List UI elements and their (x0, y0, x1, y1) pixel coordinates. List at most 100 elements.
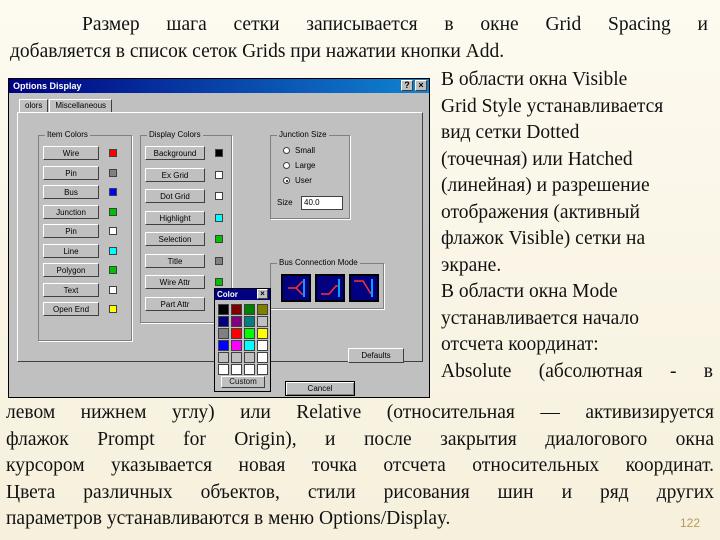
item-color-button[interactable]: Polygon (43, 263, 99, 277)
item-color-button[interactable]: Wire (43, 146, 99, 160)
right-text-line: (линейная) и разрешение (441, 175, 650, 196)
display-color-swatch[interactable] (215, 149, 223, 157)
color-cell[interactable] (244, 340, 255, 351)
item-color-swatch[interactable] (109, 227, 117, 235)
color-cell[interactable] (231, 316, 242, 327)
item-color-button[interactable]: Junction (43, 204, 99, 219)
right-text-line: экране. (441, 254, 502, 276)
color-cell[interactable] (231, 304, 242, 315)
item-color-swatch[interactable] (109, 168, 117, 177)
defaults-button[interactable]: Defaults (348, 348, 404, 363)
item-color-button[interactable]: Open End (43, 302, 99, 316)
color-cell[interactable] (244, 304, 255, 315)
color-cell[interactable] (218, 340, 229, 351)
display-color-swatch[interactable] (215, 278, 223, 286)
display-color-swatch[interactable] (215, 213, 223, 222)
dialog-titlebar: Options Display ? × (9, 79, 429, 93)
display-color-swatch[interactable] (215, 192, 223, 200)
item-color-button[interactable]: Pin (43, 165, 99, 180)
item-colors-group: Item Colors Wire Pin Bus Junction Pin Line Pol… (38, 130, 132, 341)
color-cell[interactable] (218, 364, 229, 375)
color-cell[interactable] (244, 364, 255, 375)
item-color-swatch[interactable] (109, 266, 117, 274)
display-color-button[interactable]: Highlight (145, 210, 205, 225)
junction-size-radio[interactable] (283, 147, 290, 154)
right-text-line: отсчета координат: (441, 334, 599, 355)
bottom-text-line: параметров устанавливаются в меню Option… (6, 508, 451, 529)
right-text-line: вид сетки Dotted (441, 122, 580, 143)
tab-colors[interactable]: olors (19, 99, 49, 113)
item-color-swatch[interactable] (109, 305, 117, 313)
item-color-swatch[interactable] (109, 188, 117, 196)
dialog-tabs: olors Miscellaneous (19, 99, 113, 113)
display-color-swatch[interactable] (215, 170, 223, 179)
display-color-button[interactable]: Wire Attr (145, 275, 205, 289)
color-cell[interactable] (244, 316, 255, 327)
size-label: Size (277, 198, 293, 207)
tab-miscellaneous[interactable]: Miscellaneous (49, 99, 113, 112)
color-cell[interactable] (231, 328, 242, 339)
color-cell[interactable] (218, 316, 229, 327)
custom-color-button[interactable]: Custom (221, 376, 265, 388)
display-color-swatch[interactable] (215, 256, 223, 265)
bus-mode-3-button[interactable] (349, 274, 379, 302)
item-color-swatch[interactable] (109, 149, 117, 157)
color-cell[interactable] (257, 364, 268, 375)
item-color-button[interactable]: Bus (43, 185, 99, 199)
right-text-line: Grid Style устанавливается (441, 95, 664, 117)
item-color-button[interactable]: Pin (43, 224, 99, 238)
color-cell[interactable] (231, 352, 242, 363)
color-cell[interactable] (231, 364, 242, 375)
bus-mode-3-icon (354, 279, 373, 297)
color-popup-close-icon[interactable]: × (257, 289, 268, 299)
bottom-text-line: левом нижнем углу) или Relative (относит… (6, 402, 714, 423)
bus-connection-mode-group: Bus Connection Mode (270, 258, 384, 309)
display-color-button[interactable]: Part Attr (145, 296, 205, 311)
close-button[interactable]: × (415, 80, 427, 91)
color-cell[interactable] (218, 304, 229, 315)
item-color-button[interactable]: Text (43, 282, 99, 297)
bus-mode-2-button[interactable] (315, 274, 345, 302)
right-text-line: В области окна Visible (441, 69, 628, 90)
color-cell[interactable] (257, 352, 268, 363)
item-color-swatch[interactable] (109, 207, 117, 216)
color-cell[interactable] (257, 316, 268, 327)
color-cell[interactable] (231, 340, 242, 351)
bus-mode-1-button[interactable] (281, 274, 311, 302)
display-color-button[interactable]: Background (145, 146, 205, 160)
junction-size-radio[interactable] (283, 162, 290, 169)
color-cell[interactable] (257, 340, 268, 351)
size-input[interactable]: 40.0 (301, 196, 343, 210)
junction-size-radio[interactable] (283, 177, 290, 184)
display-color-button[interactable]: Selection (145, 232, 205, 246)
bottom-text-line: флажок Prompt for Origin), и после закры… (6, 428, 714, 450)
right-text-line: устанавливается начало (441, 307, 639, 329)
junction-size-group: Junction Size Small Large User Size 40.0 (270, 130, 350, 219)
item-color-swatch[interactable] (109, 285, 117, 294)
display-color-swatch[interactable] (215, 235, 223, 243)
intro-line-2: добавляется в список сеток Grids при наж… (10, 41, 505, 62)
junction-size-label: Junction Size (277, 130, 329, 140)
junction-size-option-label: Small (295, 146, 316, 155)
right-text-line: отображения (активный (441, 201, 640, 223)
display-color-button[interactable]: Title (145, 253, 205, 268)
color-cell[interactable] (257, 328, 268, 339)
color-cell[interactable] (218, 352, 229, 363)
color-cell[interactable] (218, 328, 229, 339)
bus-connection-mode-label: Bus Connection Mode (277, 258, 360, 268)
color-picker-popup: Color × Custom (214, 288, 271, 392)
display-color-button[interactable]: Dot Grid (145, 189, 205, 203)
item-color-swatch[interactable] (109, 246, 117, 255)
color-cell[interactable] (244, 352, 255, 363)
display-color-button[interactable]: Ex Grid (145, 167, 205, 182)
dialog-title: Options Display (13, 81, 82, 91)
cancel-button[interactable]: Cancel (285, 381, 355, 396)
color-cell[interactable] (257, 304, 268, 315)
junction-size-option-label: User (295, 176, 312, 185)
color-cell[interactable] (244, 328, 255, 339)
item-color-button[interactable]: Line (43, 243, 99, 258)
right-text-line: Absolute (абсолютная - в (441, 360, 713, 382)
bus-mode-2-icon (321, 279, 340, 297)
color-popup-titlebar: Color × (215, 289, 270, 300)
help-button[interactable]: ? (401, 80, 413, 91)
